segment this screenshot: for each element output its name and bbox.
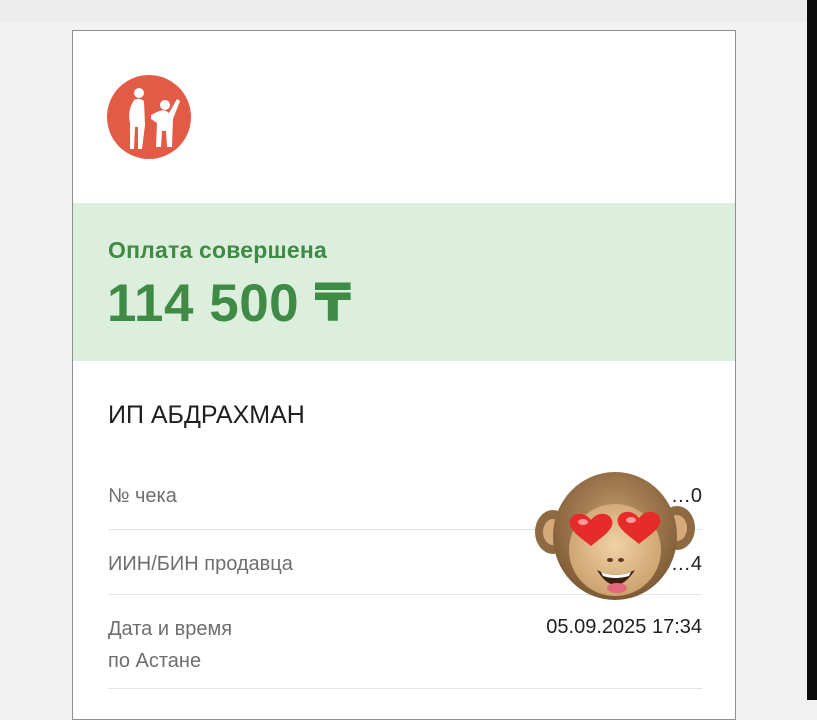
monkey-heart-eyes-icon bbox=[535, 472, 695, 600]
receipt-card: Оплата совершена 114 500 ₸ ИП АБДРАХМАН … bbox=[72, 30, 736, 720]
seller-id-label: ИИН/БИН продавца bbox=[108, 553, 293, 575]
datetime-label-line1: Дата и время bbox=[108, 618, 233, 640]
payment-amount: 114 500 ₸ bbox=[107, 274, 352, 333]
screen-edge bbox=[807, 0, 817, 700]
payment-status-banner: Оплата совершена 114 500 ₸ bbox=[73, 203, 735, 361]
payment-status-text: Оплата совершена bbox=[108, 237, 327, 263]
receipt-number-label: № чека bbox=[108, 485, 177, 507]
datetime-value: 05.09.2025 17:34 bbox=[546, 616, 702, 638]
bank-logo-icon bbox=[107, 75, 191, 159]
merchant-name: ИП АБДРАХМАН bbox=[108, 401, 305, 429]
datetime-label-line2: по Астане bbox=[108, 650, 202, 672]
top-bar bbox=[0, 0, 817, 22]
datetime-label: Дата и время по Астане bbox=[108, 613, 232, 677]
